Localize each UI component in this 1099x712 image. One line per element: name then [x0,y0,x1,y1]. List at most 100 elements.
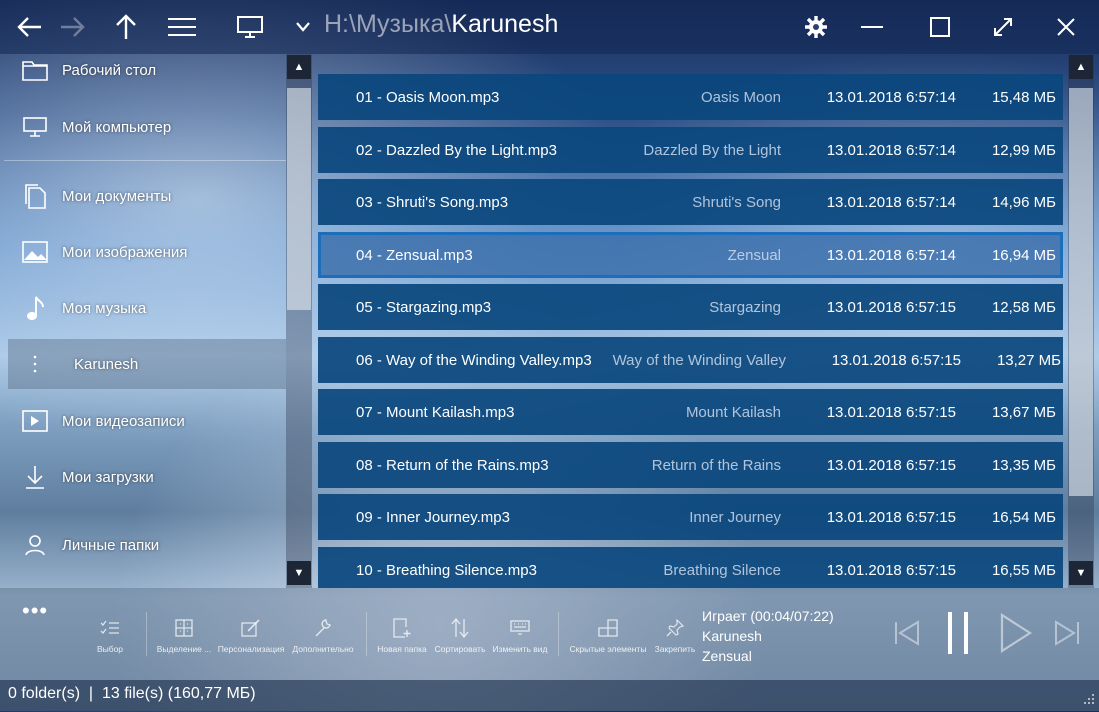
now-playing-artist: Karunesh [702,628,762,644]
additional-button[interactable]: Дополнительно [290,616,356,654]
file-name: 02 - Dazzled By the Light.mp3 [356,142,557,159]
file-size: 13,27 МБ [996,352,1061,369]
fullscreen-icon[interactable] [983,8,1023,46]
tool-label: Сортировать [434,644,486,654]
file-row[interactable]: 07 - Mount Kailash.mp3 Mount Kailash 13.… [318,389,1063,435]
path-prefix: H:\Музыка\ [324,10,452,38]
scroll-up-icon[interactable]: ▲ [1069,55,1093,79]
monitor-icon[interactable] [230,8,270,46]
selection-button[interactable]: Выделение ... [156,616,212,654]
chevron-down-icon[interactable] [284,8,322,46]
tool-label: Выделение ... [156,644,212,654]
sidebar-item-images[interactable]: Мои изображения [8,227,286,277]
file-row[interactable]: 09 - Inner Journey.mp3 Inner Journey 13.… [318,494,1063,540]
sidebar-item-videos[interactable]: Мои видеозаписи [8,396,286,446]
file-title: Inner Journey [689,509,781,526]
sidebar-item-desktop[interactable]: Рабочий стол [8,45,286,95]
file-row[interactable]: 02 - Dazzled By the Light.mp3 Dazzled By… [318,127,1063,173]
sidebar-item-label: Личные папки [62,536,160,554]
file-date: 13.01.2018 6:57:15 [826,457,956,474]
sidebar-divider [4,160,286,161]
sidebar-item-downloads[interactable]: Мои загрузки [8,452,286,502]
change-view-button[interactable]: Изменить вид [490,616,550,654]
skip-next-icon [1053,619,1081,652]
sidebar-item-karunesh[interactable]: Karunesh [8,339,286,389]
edit-icon [241,616,261,640]
path-current-folder: Karunesh [451,10,559,38]
file-row[interactable]: 01 - Oasis Moon.mp3 Oasis Moon 13.01.201… [318,74,1063,120]
file-name: 09 - Inner Journey.mp3 [356,509,510,526]
sidebar-item-computer[interactable]: Мой компьютер [8,102,286,152]
status-text: 0 folder(s) | 13 file(s) (160,77 МБ) [8,685,256,702]
sort-button[interactable]: Сортировать [432,616,488,654]
file-row-selected[interactable]: 04 - Zensual.mp3 Zensual 13.01.2018 6:57… [318,232,1063,278]
sidebar-item-music[interactable]: Моя музыка [8,283,286,333]
video-icon [8,410,62,432]
scrollbar-thumb[interactable] [287,88,311,310]
monitor-icon [8,117,62,137]
sidebar-item-label: Мои загрузки [62,468,154,486]
minimize-icon[interactable] [852,8,892,46]
file-title: Mount Kailash [685,404,781,421]
gear-icon[interactable] [796,8,836,46]
menu-icon[interactable] [162,8,202,46]
file-name: 07 - Mount Kailash.mp3 [356,404,515,421]
file-size: 13,35 МБ [991,457,1056,474]
scroll-down-icon[interactable]: ▼ [287,561,311,585]
file-row[interactable]: 03 - Shruti's Song.mp3 Shruti's Song 13.… [318,179,1063,225]
sidebar-scrollbar[interactable]: ▲ ▼ [286,54,312,588]
sidebar-item-documents[interactable]: Мои документы [8,171,286,221]
sidebar-item-label: Мои изображения [62,243,188,261]
tool-label: Скрытые элементы [569,644,647,654]
scrollbar-thumb[interactable] [1069,88,1093,496]
resize-grip-icon[interactable] [1081,693,1095,707]
personalization-button[interactable]: Персонализация [216,616,286,654]
next-track-button[interactable] [1050,614,1084,656]
play-button[interactable] [996,612,1036,656]
sidebar: Рабочий стол Мой компьютер Мои документы… [0,54,316,588]
grid-select-icon [175,616,193,640]
new-folder-icon [393,616,411,640]
file-name: 06 - Way of the Winding Valley.mp3 [356,352,592,369]
tool-label: Выбор [96,644,124,654]
file-name: 10 - Breathing Silence.mp3 [356,562,537,579]
back-arrow-icon[interactable] [10,8,50,46]
file-size: 14,96 МБ [991,194,1056,211]
up-arrow-icon[interactable] [106,8,146,46]
file-row[interactable]: 08 - Return of the Rains.mp3 Return of t… [318,442,1063,488]
file-list-scrollbar[interactable]: ▲ ▼ [1068,54,1094,588]
file-row[interactable]: 06 - Way of the Winding Valley.mp3 Way o… [318,337,1063,383]
new-folder-button[interactable]: Новая папка [374,616,430,654]
previous-track-button[interactable] [890,614,924,656]
toolbar-divider [558,612,559,656]
close-icon[interactable] [1046,8,1086,46]
file-name: 04 - Zensual.mp3 [356,247,473,264]
tool-label: Дополнительно [292,644,354,654]
file-date: 13.01.2018 6:57:14 [826,194,956,211]
file-list: 01 - Oasis Moon.mp3 Oasis Moon 13.01.201… [318,74,1064,588]
maximize-icon[interactable] [920,8,960,46]
scroll-up-icon[interactable]: ▲ [287,55,311,79]
address-path[interactable]: H:\Музыка\Karunesh [324,10,558,39]
hidden-items-button[interactable]: Скрытые элементы [568,616,648,654]
select-button[interactable]: Выбор [92,616,128,654]
file-row[interactable]: 10 - Breathing Silence.mp3 Breathing Sil… [318,547,1063,588]
file-title: Oasis Moon [700,89,781,106]
file-name: 03 - Shruti's Song.mp3 [356,194,509,211]
file-date: 13.01.2018 6:57:15 [826,404,956,421]
more-dots-icon[interactable]: ••• [22,598,48,624]
now-playing-track: Zensual [702,648,752,664]
wrench-icon [314,616,332,640]
file-size: 13,67 МБ [991,404,1056,421]
file-date: 13.01.2018 6:57:14 [826,142,956,159]
pin-button[interactable]: Закрепить [652,616,698,654]
pause-button[interactable] [938,611,978,656]
toolbar-divider [146,612,147,656]
forward-arrow-icon[interactable] [52,8,92,46]
sort-icon [451,616,469,640]
scroll-down-icon[interactable]: ▼ [1069,561,1093,585]
file-name: 05 - Stargazing.mp3 [356,299,492,316]
sidebar-item-personal-folders[interactable]: Личные папки [8,520,286,570]
file-row[interactable]: 05 - Stargazing.mp3 Stargazing 13.01.201… [318,284,1063,330]
playback-status: Играет (00:04/07:22) [702,608,834,624]
